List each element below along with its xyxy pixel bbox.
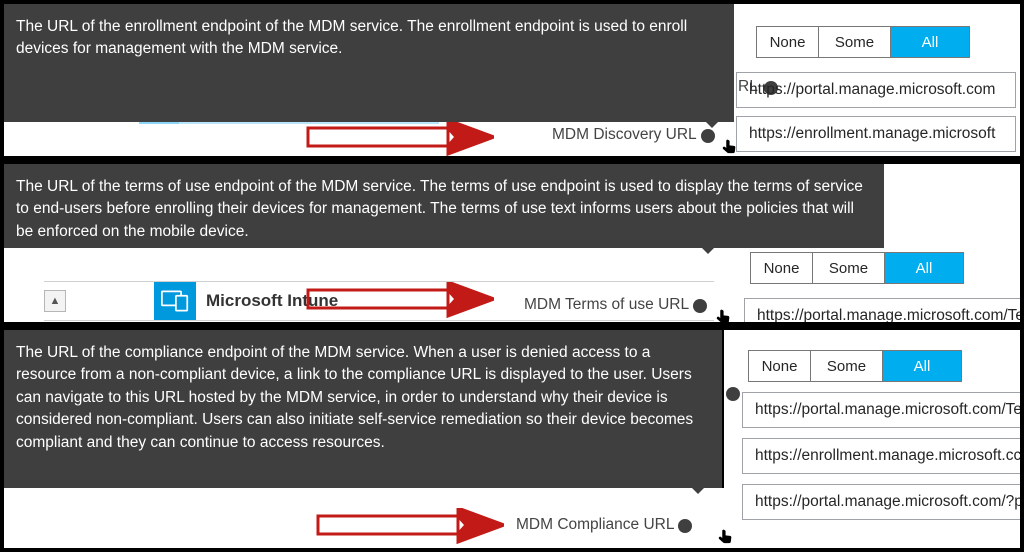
url-input-b[interactable]: https://enrollment.manage.microsoft: [736, 116, 1016, 152]
scope-some[interactable]: Some: [813, 253, 885, 283]
panel-mdm-terms: The URL of the terms of use endpoint of …: [0, 160, 1024, 326]
field-label-text: MDM Compliance URL: [516, 516, 674, 534]
url-input-c[interactable]: https://portal.manage.microsoft.com/?p: [742, 484, 1024, 520]
scope-segmented-control[interactable]: None Some All: [750, 252, 964, 284]
right-column: None Some All https://portal.manage.micr…: [736, 26, 1016, 152]
red-arrow-annotation: [314, 508, 504, 544]
scroll-up-button[interactable]: ▲: [44, 290, 66, 312]
right-column: None Some All https://portal.manage.micr…: [742, 350, 1024, 520]
panel-mdm-discovery: The URL of the enrollment endpoint of th…: [0, 0, 1024, 160]
tooltip-discovery: The URL of the enrollment endpoint of th…: [4, 4, 734, 122]
field-label-terms: MDM Terms of use URL: [524, 296, 707, 314]
right-column: None Some All https://portal.manage.micr…: [744, 252, 1024, 326]
hand-pointer-icon: [714, 306, 734, 326]
scope-segmented-control[interactable]: None Some All: [756, 26, 970, 58]
scope-none[interactable]: None: [751, 253, 813, 283]
scope-all[interactable]: All: [891, 27, 969, 57]
scope-none[interactable]: None: [749, 351, 811, 381]
url-input-b[interactable]: https://enrollment.manage.microsoft.cc: [742, 438, 1024, 474]
info-icon[interactable]: [693, 299, 707, 313]
field-label-text: MDM Discovery URL: [552, 126, 697, 144]
red-arrow-annotation: [304, 282, 494, 318]
intune-icon: [154, 282, 196, 320]
tooltip-compliance: The URL of the compliance endpoint of th…: [4, 330, 724, 488]
tooltip-terms: The URL of the terms of use endpoint of …: [4, 164, 884, 248]
field-label-compliance: MDM Compliance URL: [516, 516, 692, 534]
url-input-a[interactable]: https://portal.manage.microsoft.com/Te: [742, 392, 1024, 428]
info-icon[interactable]: [726, 387, 740, 401]
url-input-a[interactable]: https://portal.manage.microsoft.com: [736, 72, 1016, 108]
scope-some[interactable]: Some: [819, 27, 891, 57]
field-label-text: MDM Terms of use URL: [524, 296, 689, 314]
url-input-a[interactable]: https://portal.manage.microsoft.com/Te: [744, 298, 1024, 326]
hand-pointer-icon: [720, 136, 740, 160]
red-arrow-annotation: [304, 120, 494, 156]
hand-pointer-icon: [716, 526, 736, 550]
scope-none[interactable]: None: [757, 27, 819, 57]
field-label-discovery: MDM Discovery URL: [552, 126, 715, 144]
scope-segmented-control[interactable]: None Some All: [748, 350, 962, 382]
panel-mdm-compliance: The URL of the compliance endpoint of th…: [0, 326, 1024, 552]
scope-some[interactable]: Some: [811, 351, 883, 381]
info-icon[interactable]: [678, 519, 692, 533]
scope-all[interactable]: All: [885, 253, 963, 283]
scope-all[interactable]: All: [883, 351, 961, 381]
